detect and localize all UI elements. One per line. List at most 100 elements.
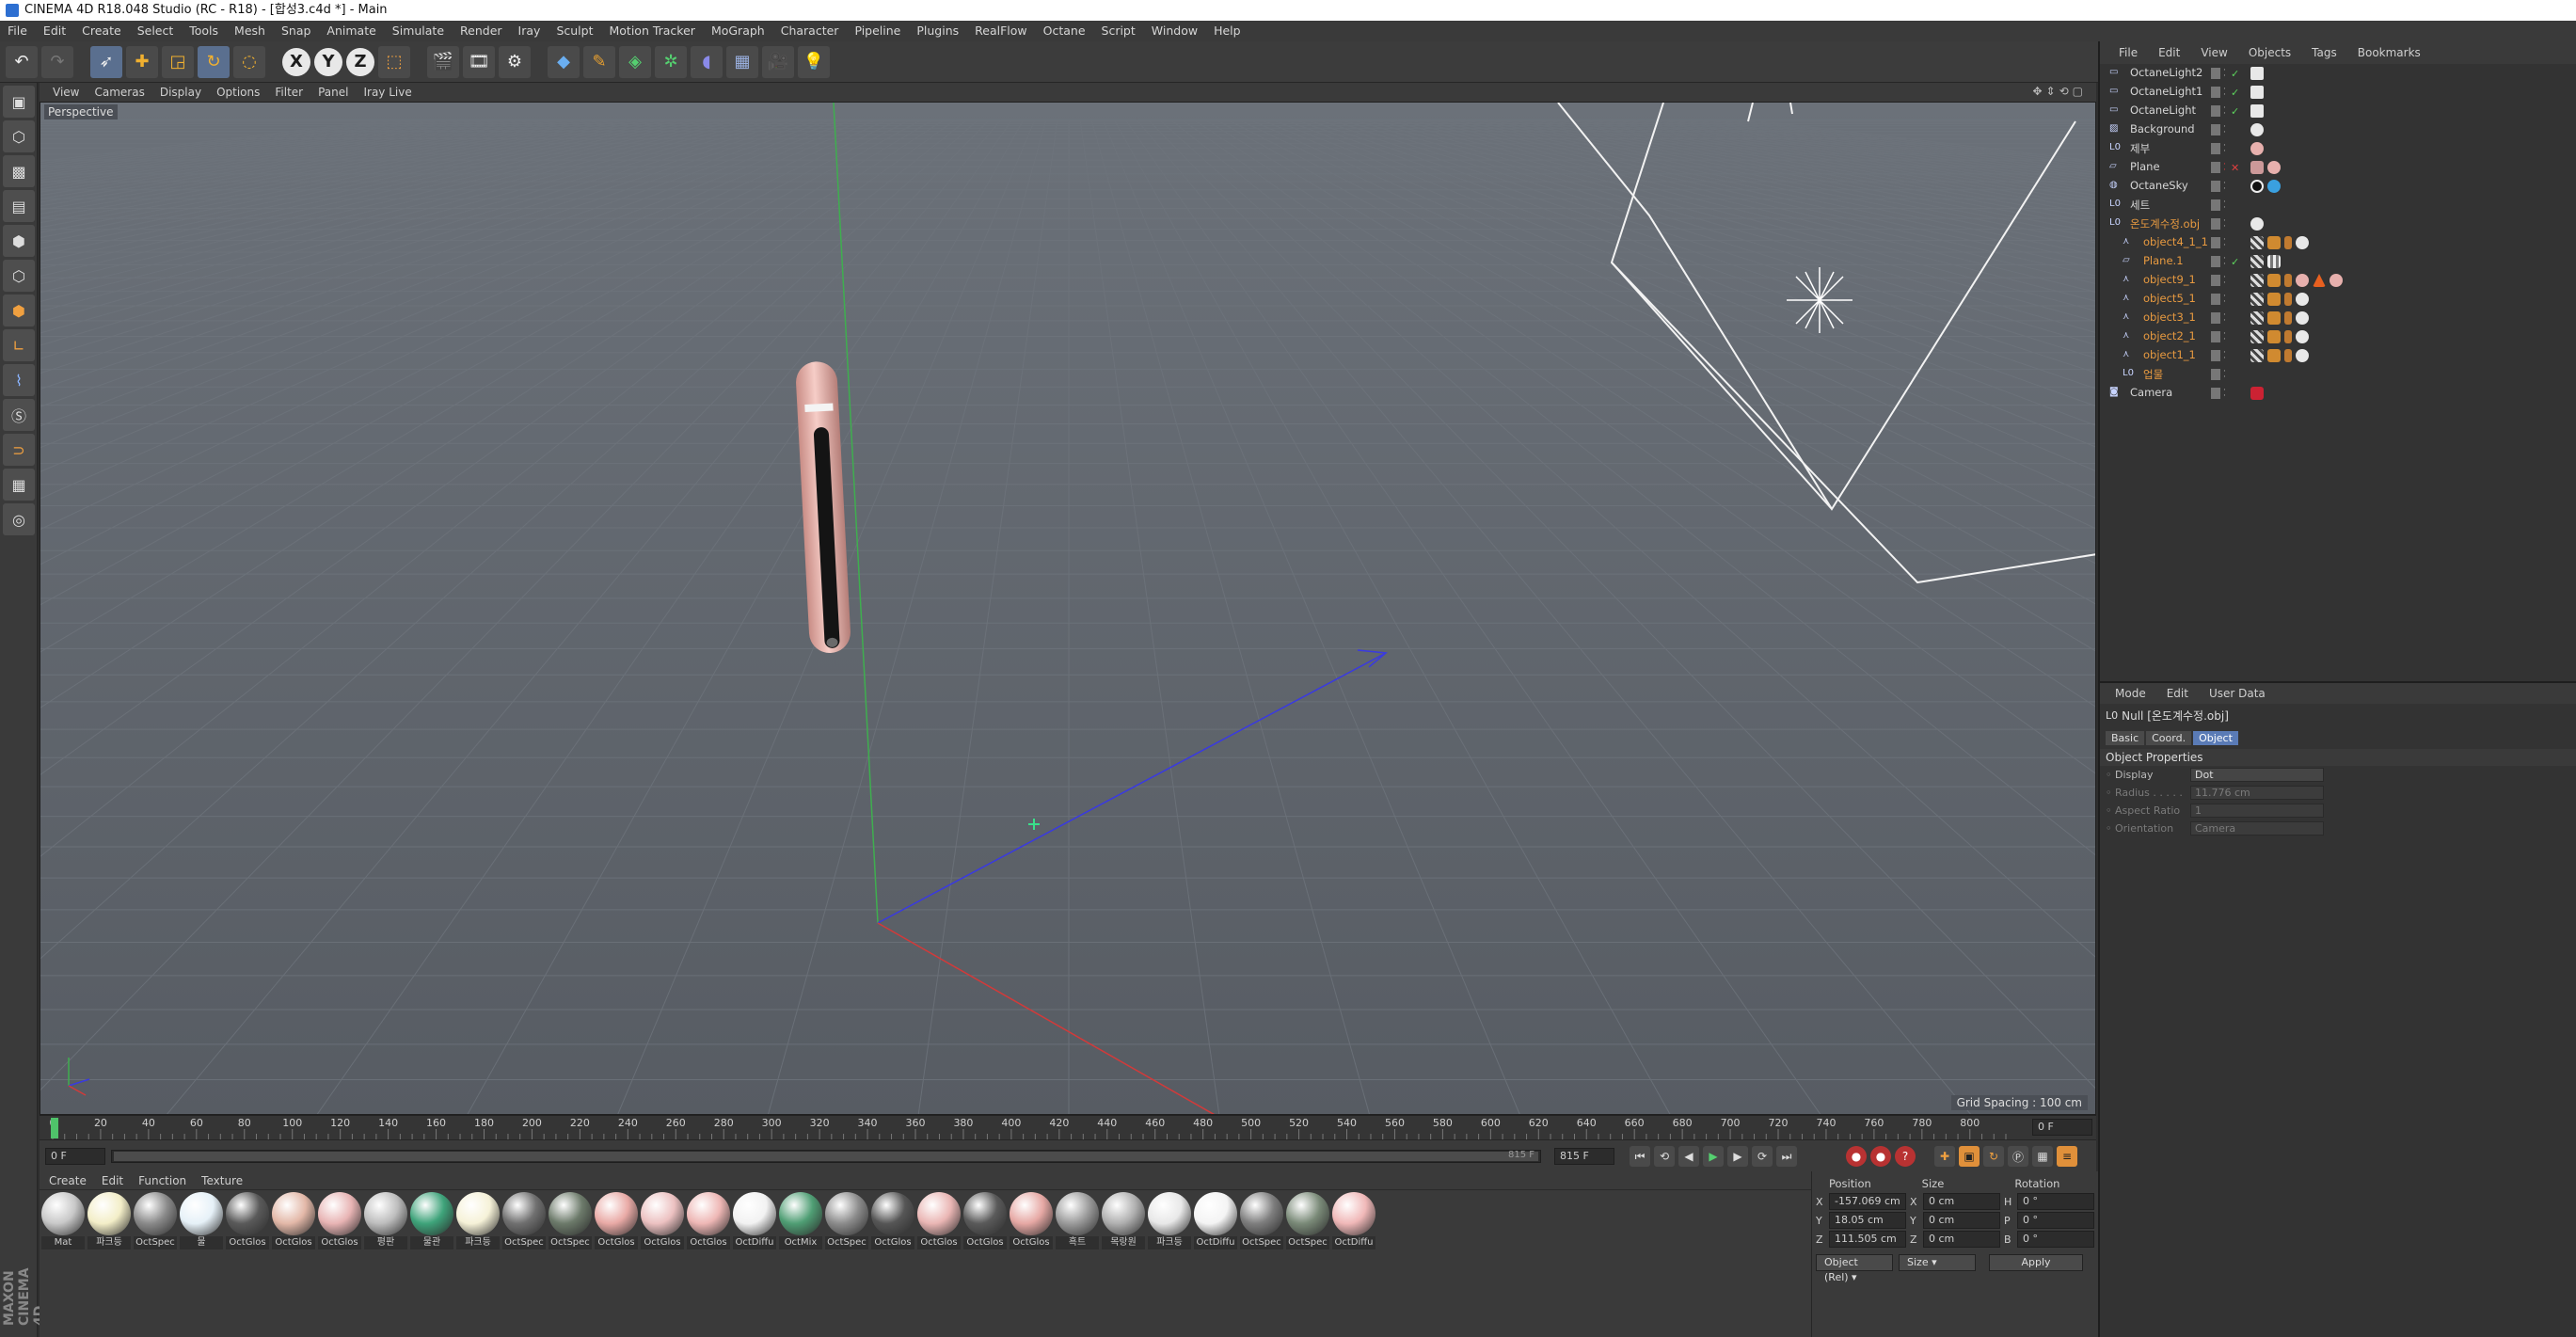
axis-x-button[interactable]: X: [282, 47, 310, 76]
phong-tag-icon[interactable]: [2284, 274, 2292, 287]
attribute-menu-edit[interactable]: Edit: [2167, 687, 2188, 700]
material-swatch[interactable]: OctGlos: [916, 1192, 962, 1249]
object-visibility-toggles[interactable]: · ·: [2211, 349, 2240, 363]
object-row[interactable]: ⋏ object9_1 · ·: [2100, 271, 2576, 290]
viewport-menu-iray-live[interactable]: Iray Live: [363, 86, 411, 99]
object-row[interactable]: ⋏ object2_1 · ·: [2100, 327, 2576, 346]
material-swatch[interactable]: OctSpec: [133, 1192, 178, 1249]
octane-sky-tag-icon[interactable]: [2250, 180, 2264, 193]
go-to-next-key-icon[interactable]: ⟳: [1752, 1146, 1773, 1167]
size-field[interactable]: 0 cm: [1923, 1212, 2000, 1229]
object-visibility-toggles[interactable]: · ·: [2211, 123, 2240, 137]
layer-icon[interactable]: [2211, 294, 2220, 305]
material-menu-function[interactable]: Function: [138, 1174, 186, 1187]
coordinate-mode-dropdown[interactable]: Object (Rel) ▾: [1816, 1254, 1893, 1283]
material-swatch[interactable]: OctSpec: [548, 1192, 593, 1249]
texture-tag-icon[interactable]: [2250, 330, 2264, 343]
menu-create[interactable]: Create: [82, 21, 121, 41]
menu-simulate[interactable]: Simulate: [392, 21, 444, 41]
size-field[interactable]: 0 cm: [1923, 1231, 2000, 1248]
enable-check-icon[interactable]: ✓: [2231, 105, 2240, 118]
go-to-prev-key-icon[interactable]: ⟲: [1654, 1146, 1675, 1167]
menu-render[interactable]: Render: [460, 21, 502, 41]
enable-check-icon[interactable]: ✓: [2231, 87, 2240, 99]
checker-tag-icon[interactable]: [2267, 255, 2281, 268]
floor-icon[interactable]: ▦: [726, 45, 758, 78]
enable-check-icon[interactable]: [2231, 312, 2240, 324]
layer-icon[interactable]: [2211, 256, 2220, 267]
model-mode-icon[interactable]: ⬡: [3, 120, 35, 152]
edit-render-settings-icon[interactable]: ⚙: [499, 45, 531, 78]
material-swatch[interactable]: OctGlos: [686, 1192, 731, 1249]
rotation-field[interactable]: 0 °: [2017, 1193, 2094, 1210]
rotation-field[interactable]: 0 °: [2017, 1212, 2094, 1229]
visibility-dot-icon[interactable]: · ·: [2223, 217, 2228, 231]
object-row[interactable]: L0 세트 · ·: [2100, 196, 2576, 215]
object-row[interactable]: ▱ Plane · · ✕: [2100, 158, 2576, 177]
uvw-tag-icon[interactable]: [2267, 293, 2281, 306]
enable-check-icon[interactable]: [2231, 143, 2240, 154]
viewport-menu-display[interactable]: Display: [160, 86, 201, 99]
object-row[interactable]: ▱ Plane.1 · · ✓: [2100, 252, 2576, 271]
object-visibility-toggles[interactable]: · ·: [2211, 217, 2240, 231]
texture-tag-icon[interactable]: [2250, 349, 2264, 362]
object-row[interactable]: L0 제부 · ·: [2100, 139, 2576, 158]
octane-light-tag-icon[interactable]: [2250, 67, 2264, 80]
material-swatch[interactable]: OctMix: [778, 1192, 823, 1249]
object-menu-objects[interactable]: Objects: [2249, 46, 2291, 59]
visibility-dot-icon[interactable]: · ·: [2223, 311, 2228, 326]
visibility-dot-icon[interactable]: · ·: [2223, 274, 2228, 288]
material-swatch[interactable]: OctGlos: [271, 1192, 316, 1249]
material-menu-create[interactable]: Create: [49, 1174, 87, 1187]
object-row[interactable]: ◍ OctaneSky · ·: [2100, 177, 2576, 196]
material-swatch[interactable]: 평판: [363, 1192, 408, 1249]
points-mode-icon[interactable]: ⬢: [3, 225, 35, 257]
texture-tag-icon[interactable]: [2250, 311, 2264, 325]
object-visibility-toggles[interactable]: · · ✓: [2211, 86, 2240, 100]
material-tag-icon[interactable]: [2250, 217, 2264, 231]
texture-mode-icon[interactable]: ▩: [3, 155, 35, 187]
attribute-property-value[interactable]: 11.776 cm: [2190, 786, 2324, 800]
visibility-dot-icon[interactable]: · ·: [2223, 255, 2228, 269]
attribute-tab-basic[interactable]: Basic: [2106, 731, 2145, 745]
camera-tag-icon[interactable]: [2250, 387, 2264, 400]
menu-tools[interactable]: Tools: [189, 21, 218, 41]
phong-tag-icon[interactable]: [2284, 236, 2292, 249]
pen-icon[interactable]: ✎: [583, 45, 615, 78]
cloner-icon[interactable]: ✲: [655, 45, 687, 78]
material-swatch[interactable]: 파크등: [455, 1192, 501, 1249]
menu-motion-tracker[interactable]: Motion Tracker: [609, 21, 694, 41]
edges-mode-icon[interactable]: ⬡: [3, 260, 35, 292]
visibility-dot-icon[interactable]: · ·: [2223, 142, 2228, 156]
enable-check-icon[interactable]: [2231, 218, 2240, 230]
visibility-dot-icon[interactable]: · ·: [2223, 293, 2228, 307]
material-swatch[interactable]: OctDiffu: [1331, 1192, 1376, 1249]
render-view-icon[interactable]: 🎬: [427, 45, 459, 78]
redo-icon[interactable]: ↷: [41, 45, 73, 78]
layer-icon[interactable]: [2211, 68, 2220, 79]
material-tag-icon[interactable]: [2250, 142, 2264, 155]
menu-realflow[interactable]: RealFlow: [975, 21, 1026, 41]
attribute-tab-coord[interactable]: Coord.: [2146, 731, 2192, 745]
material-swatch[interactable]: OctGlos: [870, 1192, 915, 1249]
material-swatch[interactable]: OctGlos: [1009, 1192, 1054, 1249]
visibility-dot-icon[interactable]: · ·: [2223, 180, 2228, 194]
go-to-start-icon[interactable]: ⏮: [1630, 1146, 1650, 1167]
object-visibility-toggles[interactable]: · ·: [2211, 293, 2240, 307]
menu-select[interactable]: Select: [137, 21, 174, 41]
menu-file[interactable]: File: [8, 21, 27, 41]
object-row[interactable]: ◙ Camera · ·: [2100, 384, 2576, 403]
object-row[interactable]: ⋏ object5_1 · ·: [2100, 290, 2576, 309]
attribute-property-value[interactable]: Dot: [2190, 768, 2324, 782]
timeline-window-icon[interactable]: ≡: [2057, 1146, 2077, 1167]
object-visibility-toggles[interactable]: · ·: [2211, 368, 2240, 382]
warning-tag-icon[interactable]: [2313, 274, 2326, 287]
animate-dot-icon[interactable]: ◦: [2106, 804, 2115, 817]
uvw-tag-icon[interactable]: [2267, 236, 2281, 249]
layer-icon[interactable]: [2211, 218, 2220, 230]
size-field[interactable]: 0 cm: [1923, 1193, 2000, 1210]
cube-icon[interactable]: ◆: [548, 45, 580, 78]
viewport-menu-filter[interactable]: Filter: [275, 86, 303, 99]
material-swatch[interactable]: 물관: [409, 1192, 454, 1249]
phong-tag-icon[interactable]: [2284, 330, 2292, 343]
